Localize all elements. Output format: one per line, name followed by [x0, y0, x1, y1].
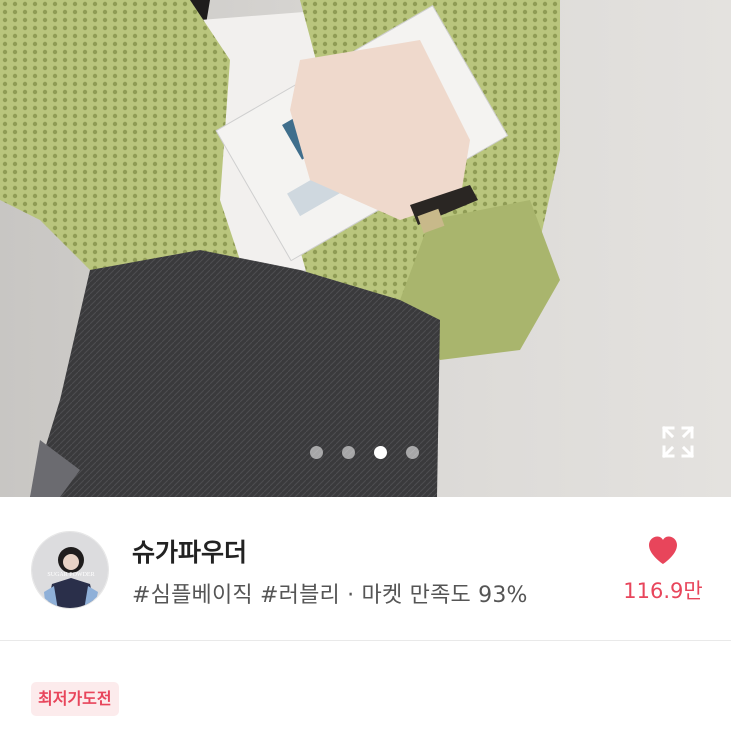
section-divider	[0, 640, 731, 641]
heart-icon	[649, 536, 677, 564]
carousel-dot-2[interactable]	[342, 446, 355, 459]
carousel-dot-3[interactable]	[374, 446, 387, 459]
carousel-dot-4[interactable]	[406, 446, 419, 459]
avatar-image: SUGAR POWDER	[32, 532, 108, 608]
shop-tags: #심플베이직 #러블리 · 마켓 만족도 93%	[132, 583, 528, 608]
product-image[interactable]	[0, 0, 731, 497]
lowest-price-badge: 최저가도전	[31, 682, 119, 716]
product-photo	[0, 0, 731, 497]
shop-avatar[interactable]: SUGAR POWDER	[31, 531, 109, 609]
shop-name[interactable]: 슈가파우더	[132, 533, 247, 569]
carousel-dot-1[interactable]	[310, 446, 323, 459]
like-button[interactable]: 116.9만	[622, 535, 704, 605]
like-count: 116.9만	[623, 579, 703, 603]
expand-button[interactable]	[660, 424, 696, 460]
expand-icon	[661, 425, 695, 459]
avatar-text: SUGAR POWDER	[47, 572, 94, 578]
carousel-dots	[0, 446, 731, 460]
